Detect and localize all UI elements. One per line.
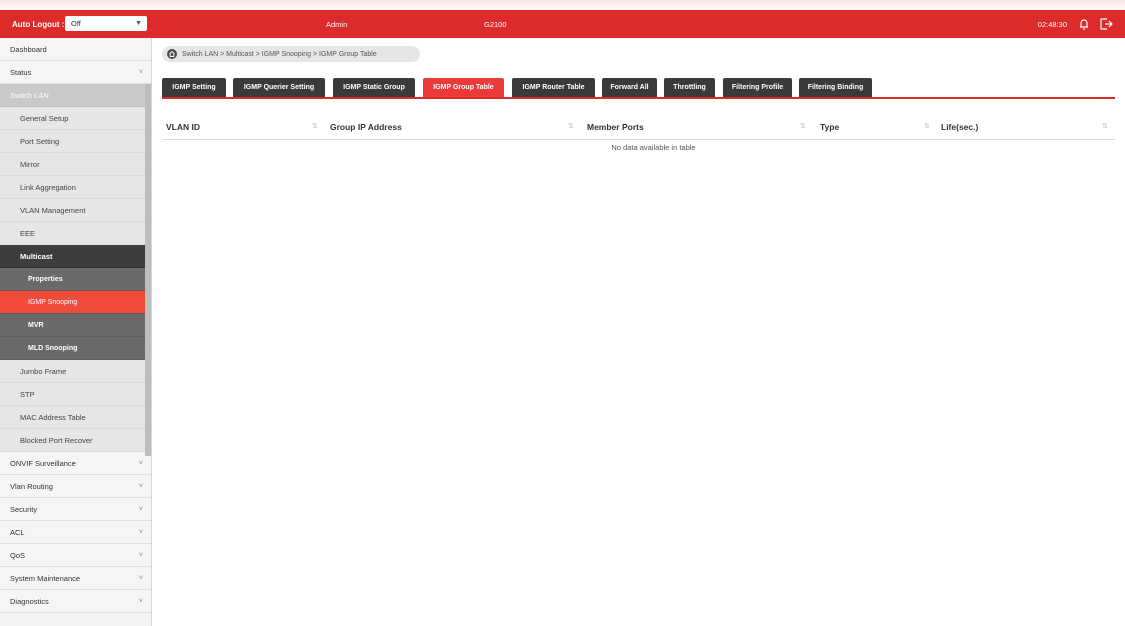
table-header: VLAN ID ⇅ Group IP Address ⇅ Member Port… xyxy=(162,116,1115,140)
sidebar-item-eee[interactable]: EEE xyxy=(0,222,151,245)
tab-igmp-router-table[interactable]: IGMP Router Table xyxy=(512,78,595,97)
column-vlan-id[interactable]: VLAN ID xyxy=(166,116,200,140)
chevron-down-icon: ˅ xyxy=(138,460,143,467)
sidebar-item-switch-lan[interactable]: Switch LAN xyxy=(0,84,151,107)
chevron-down-icon: ˅ xyxy=(138,69,143,76)
sidebar-item-properties[interactable]: Properties xyxy=(0,268,151,291)
sidebar-item-vlan-routing[interactable]: Vlan Routing ˅ xyxy=(0,475,151,498)
column-member-ports[interactable]: Member Ports xyxy=(587,116,644,140)
sidebar-scrollbar[interactable] xyxy=(145,84,151,456)
sort-icon[interactable]: ⇅ xyxy=(800,116,806,140)
logout-icon[interactable] xyxy=(1099,17,1113,31)
chevron-down-icon: ˅ xyxy=(138,483,143,490)
auto-logout-label: Auto Logout : xyxy=(12,19,65,29)
sidebar-item-acl[interactable]: ACL ˅ xyxy=(0,521,151,544)
user-name: Admin xyxy=(326,19,348,29)
column-group-ip-address[interactable]: Group IP Address xyxy=(330,116,402,140)
sidebar-item-port-setting[interactable]: Port Setting xyxy=(0,130,151,153)
sidebar-item-mirror[interactable]: Mirror xyxy=(0,153,151,176)
breadcrumb-path: Switch LAN > Multicast > IGMP Snooping >… xyxy=(182,50,377,58)
device-model: G2100 xyxy=(484,19,507,29)
sidebar-item-jumbo-frame[interactable]: Jumbo Frame xyxy=(0,360,151,383)
sidebar-item-multicast[interactable]: Multicast xyxy=(0,245,151,268)
chevron-down-icon: ˅ xyxy=(138,529,143,536)
tab-igmp-group-table[interactable]: IGMP Group Table xyxy=(423,78,504,97)
system-time: 02:48:30 xyxy=(1037,19,1067,29)
sort-icon[interactable]: ⇅ xyxy=(1102,116,1108,140)
sidebar-item-label: ACL xyxy=(10,528,25,537)
sort-icon[interactable]: ⇅ xyxy=(312,116,318,140)
sidebar-item-dashboard[interactable]: Dashboard xyxy=(0,38,151,61)
tab-igmp-setting[interactable]: IGMP Setting xyxy=(162,78,226,97)
tab-igmp-querier-setting[interactable]: IGMP Querier Setting xyxy=(233,78,325,97)
sidebar-item-label: Dashboard xyxy=(10,45,47,54)
sidebar-item-link-aggregation[interactable]: Link Aggregation xyxy=(0,176,151,199)
auto-logout-value: Off xyxy=(71,19,81,28)
sidebar-item-mvr[interactable]: MVR xyxy=(0,314,151,337)
chevron-down-icon: ˅ xyxy=(138,598,143,605)
sort-icon[interactable]: ⇅ xyxy=(924,116,930,140)
sidebar-item-label: Security xyxy=(10,505,38,514)
sidebar-item-label: System Maintenance xyxy=(10,574,81,583)
sidebar-item-igmp-snooping[interactable]: IGMP Snooping xyxy=(0,291,151,314)
tab-igmp-static-group[interactable]: IGMP Static Group xyxy=(333,78,415,97)
sidebar-item-label: Status xyxy=(10,68,32,77)
sidebar-item-general-setup[interactable]: General Setup xyxy=(0,107,151,130)
tab-throttling[interactable]: Throttling xyxy=(664,78,715,97)
tab-forward-all[interactable]: Forward All xyxy=(602,78,657,97)
tab-filtering-binding[interactable]: Filtering Binding xyxy=(799,78,872,97)
sidebar-item-qos[interactable]: QoS ˅ xyxy=(0,544,151,567)
sidebar-item-diagnostics[interactable]: Diagnostics ˅ xyxy=(0,590,151,613)
header-bar: Auto Logout : Off ▼ Admin G2100 02:48:30 xyxy=(0,10,1125,38)
auto-logout-select[interactable]: Off ▼ xyxy=(65,16,147,31)
home-icon[interactable] xyxy=(167,49,177,59)
bell-icon[interactable] xyxy=(1077,17,1091,31)
breadcrumb: Switch LAN > Multicast > IGMP Snooping >… xyxy=(162,46,420,62)
igmp-group-table: VLAN ID ⇅ Group IP Address ⇅ Member Port… xyxy=(162,116,1115,156)
tab-filtering-profile[interactable]: Filtering Profile xyxy=(723,78,792,97)
sidebar-item-label: ONVIF Surveillance xyxy=(10,459,76,468)
sidebar-item-security[interactable]: Security ˅ xyxy=(0,498,151,521)
sidebar-item-onvif-surveillance[interactable]: ONVIF Surveillance ˅ xyxy=(0,452,151,475)
sidebar-item-label: QoS xyxy=(10,551,26,560)
tab-bar: IGMP Setting IGMP Querier Setting IGMP S… xyxy=(162,78,1115,99)
chevron-down-icon: ˅ xyxy=(138,552,143,559)
sidebar-item-status[interactable]: Status ˅ xyxy=(0,61,151,84)
sidebar-item-mld-snooping[interactable]: MLD Snooping xyxy=(0,337,151,360)
sidebar-item-mac-address-table[interactable]: MAC Address Table xyxy=(0,406,151,429)
chevron-down-icon: ˅ xyxy=(138,506,143,513)
table-empty-message: No data available in table xyxy=(611,143,696,152)
top-shine xyxy=(0,0,1125,10)
sidebar-item-label: Diagnostics xyxy=(10,597,49,606)
chevron-down-icon: ˅ xyxy=(138,575,143,582)
top-bar: Auto Logout : Off ▼ Admin G2100 02:48:30 xyxy=(0,0,1125,38)
sidebar-item-blocked-port-recover[interactable]: Blocked Port Recover xyxy=(0,429,151,452)
sidebar-item-label: Vlan Routing xyxy=(10,482,53,491)
column-life[interactable]: Life(sec.) xyxy=(941,116,978,140)
sort-icon[interactable]: ⇅ xyxy=(568,116,574,140)
sidebar-item-system-maintenance[interactable]: System Maintenance ˅ xyxy=(0,567,151,590)
sidebar-item-vlan-management[interactable]: VLAN Management xyxy=(0,199,151,222)
sidebar: Dashboard Status ˅ Switch LAN General Se… xyxy=(0,38,152,626)
chevron-down-icon: ▼ xyxy=(135,20,142,27)
sidebar-item-label: Switch LAN xyxy=(10,91,49,100)
column-type[interactable]: Type xyxy=(820,116,839,140)
sidebar-item-stp[interactable]: STP xyxy=(0,383,151,406)
